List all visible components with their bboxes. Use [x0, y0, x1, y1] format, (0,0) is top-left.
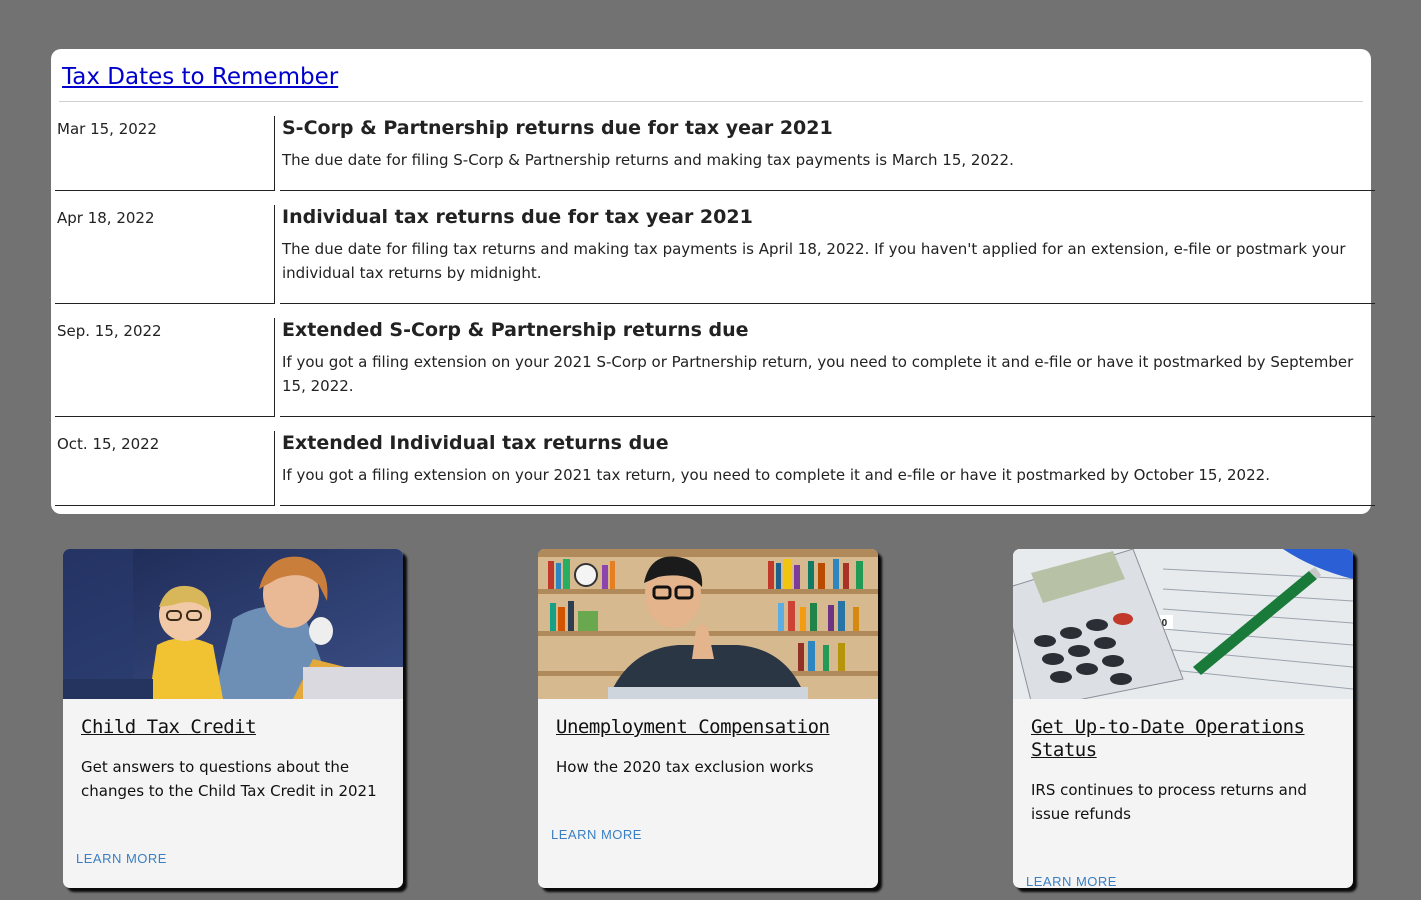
- date-label: Oct. 15, 2022: [57, 435, 160, 453]
- card-title-link[interactable]: Unemployment Compensation: [556, 716, 856, 739]
- date-cell: Oct. 15, 2022: [55, 431, 275, 506]
- date-cell: Apr 18, 2022: [55, 205, 275, 304]
- row-heading: Individual tax returns due for tax year …: [282, 206, 753, 228]
- card-image-calculator-forms: 1040: [1013, 549, 1353, 699]
- date-label: Mar 15, 2022: [57, 120, 157, 138]
- tax-date-row: Sep. 15, 2022 Extended S-Corp & Partners…: [51, 318, 1375, 417]
- row-description: If you got a filing extension on your 20…: [282, 353, 1354, 395]
- learn-more-link[interactable]: LEARN MORE: [1026, 874, 1117, 888]
- card-description: Get answers to questions about the chang…: [81, 758, 377, 800]
- card-image-man-thumbs-up: [538, 549, 878, 699]
- row-heading: S-Corp & Partnership returns due for tax…: [282, 117, 833, 139]
- divider: [59, 101, 1363, 102]
- card-title-link[interactable]: Child Tax Credit: [81, 716, 381, 739]
- card-image-mother-child: [63, 549, 403, 699]
- info-cell: S-Corp & Partnership returns due for tax…: [280, 116, 1375, 191]
- card-unemployment-compensation: Unemployment Compensation How the 2020 t…: [538, 549, 878, 888]
- row-heading: Extended S-Corp & Partnership returns du…: [282, 319, 749, 341]
- tax-dates-title-link[interactable]: Tax Dates to Remember: [62, 64, 338, 90]
- tax-dates-panel: Tax Dates to Remember Mar 15, 2022 S-Cor…: [51, 49, 1375, 514]
- info-cell: Extended S-Corp & Partnership returns du…: [280, 318, 1375, 417]
- card-child-tax-credit: Child Tax Credit Get answers to question…: [63, 549, 403, 888]
- info-cell: Individual tax returns due for tax year …: [280, 205, 1375, 304]
- learn-more-link[interactable]: LEARN MORE: [76, 851, 167, 866]
- row-description: The due date for filing S-Corp & Partner…: [282, 151, 1014, 169]
- date-label: Apr 18, 2022: [57, 209, 155, 227]
- date-cell: Sep. 15, 2022: [55, 318, 275, 417]
- row-description: The due date for filing tax returns and …: [282, 240, 1346, 282]
- card-description: How the 2020 tax exclusion works: [556, 758, 814, 776]
- tax-date-row: Mar 15, 2022 S-Corp & Partnership return…: [51, 116, 1375, 191]
- date-cell: Mar 15, 2022: [55, 116, 275, 191]
- learn-more-link[interactable]: LEARN MORE: [551, 827, 642, 842]
- card-description: IRS continues to process returns and iss…: [1031, 781, 1307, 823]
- card-title-link[interactable]: Get Up-to-Date Operations Status: [1031, 716, 1331, 762]
- tax-date-row: Apr 18, 2022 Individual tax returns due …: [51, 205, 1375, 304]
- card-operations-status: 1040 Get Up-to-Date Operations Status IR…: [1013, 549, 1353, 888]
- tax-date-row: Oct. 15, 2022 Extended Individual tax re…: [51, 431, 1375, 506]
- info-cell: Extended Individual tax returns due If y…: [280, 431, 1375, 506]
- row-heading: Extended Individual tax returns due: [282, 432, 669, 454]
- date-label: Sep. 15, 2022: [57, 322, 162, 340]
- row-description: If you got a filing extension on your 20…: [282, 466, 1270, 484]
